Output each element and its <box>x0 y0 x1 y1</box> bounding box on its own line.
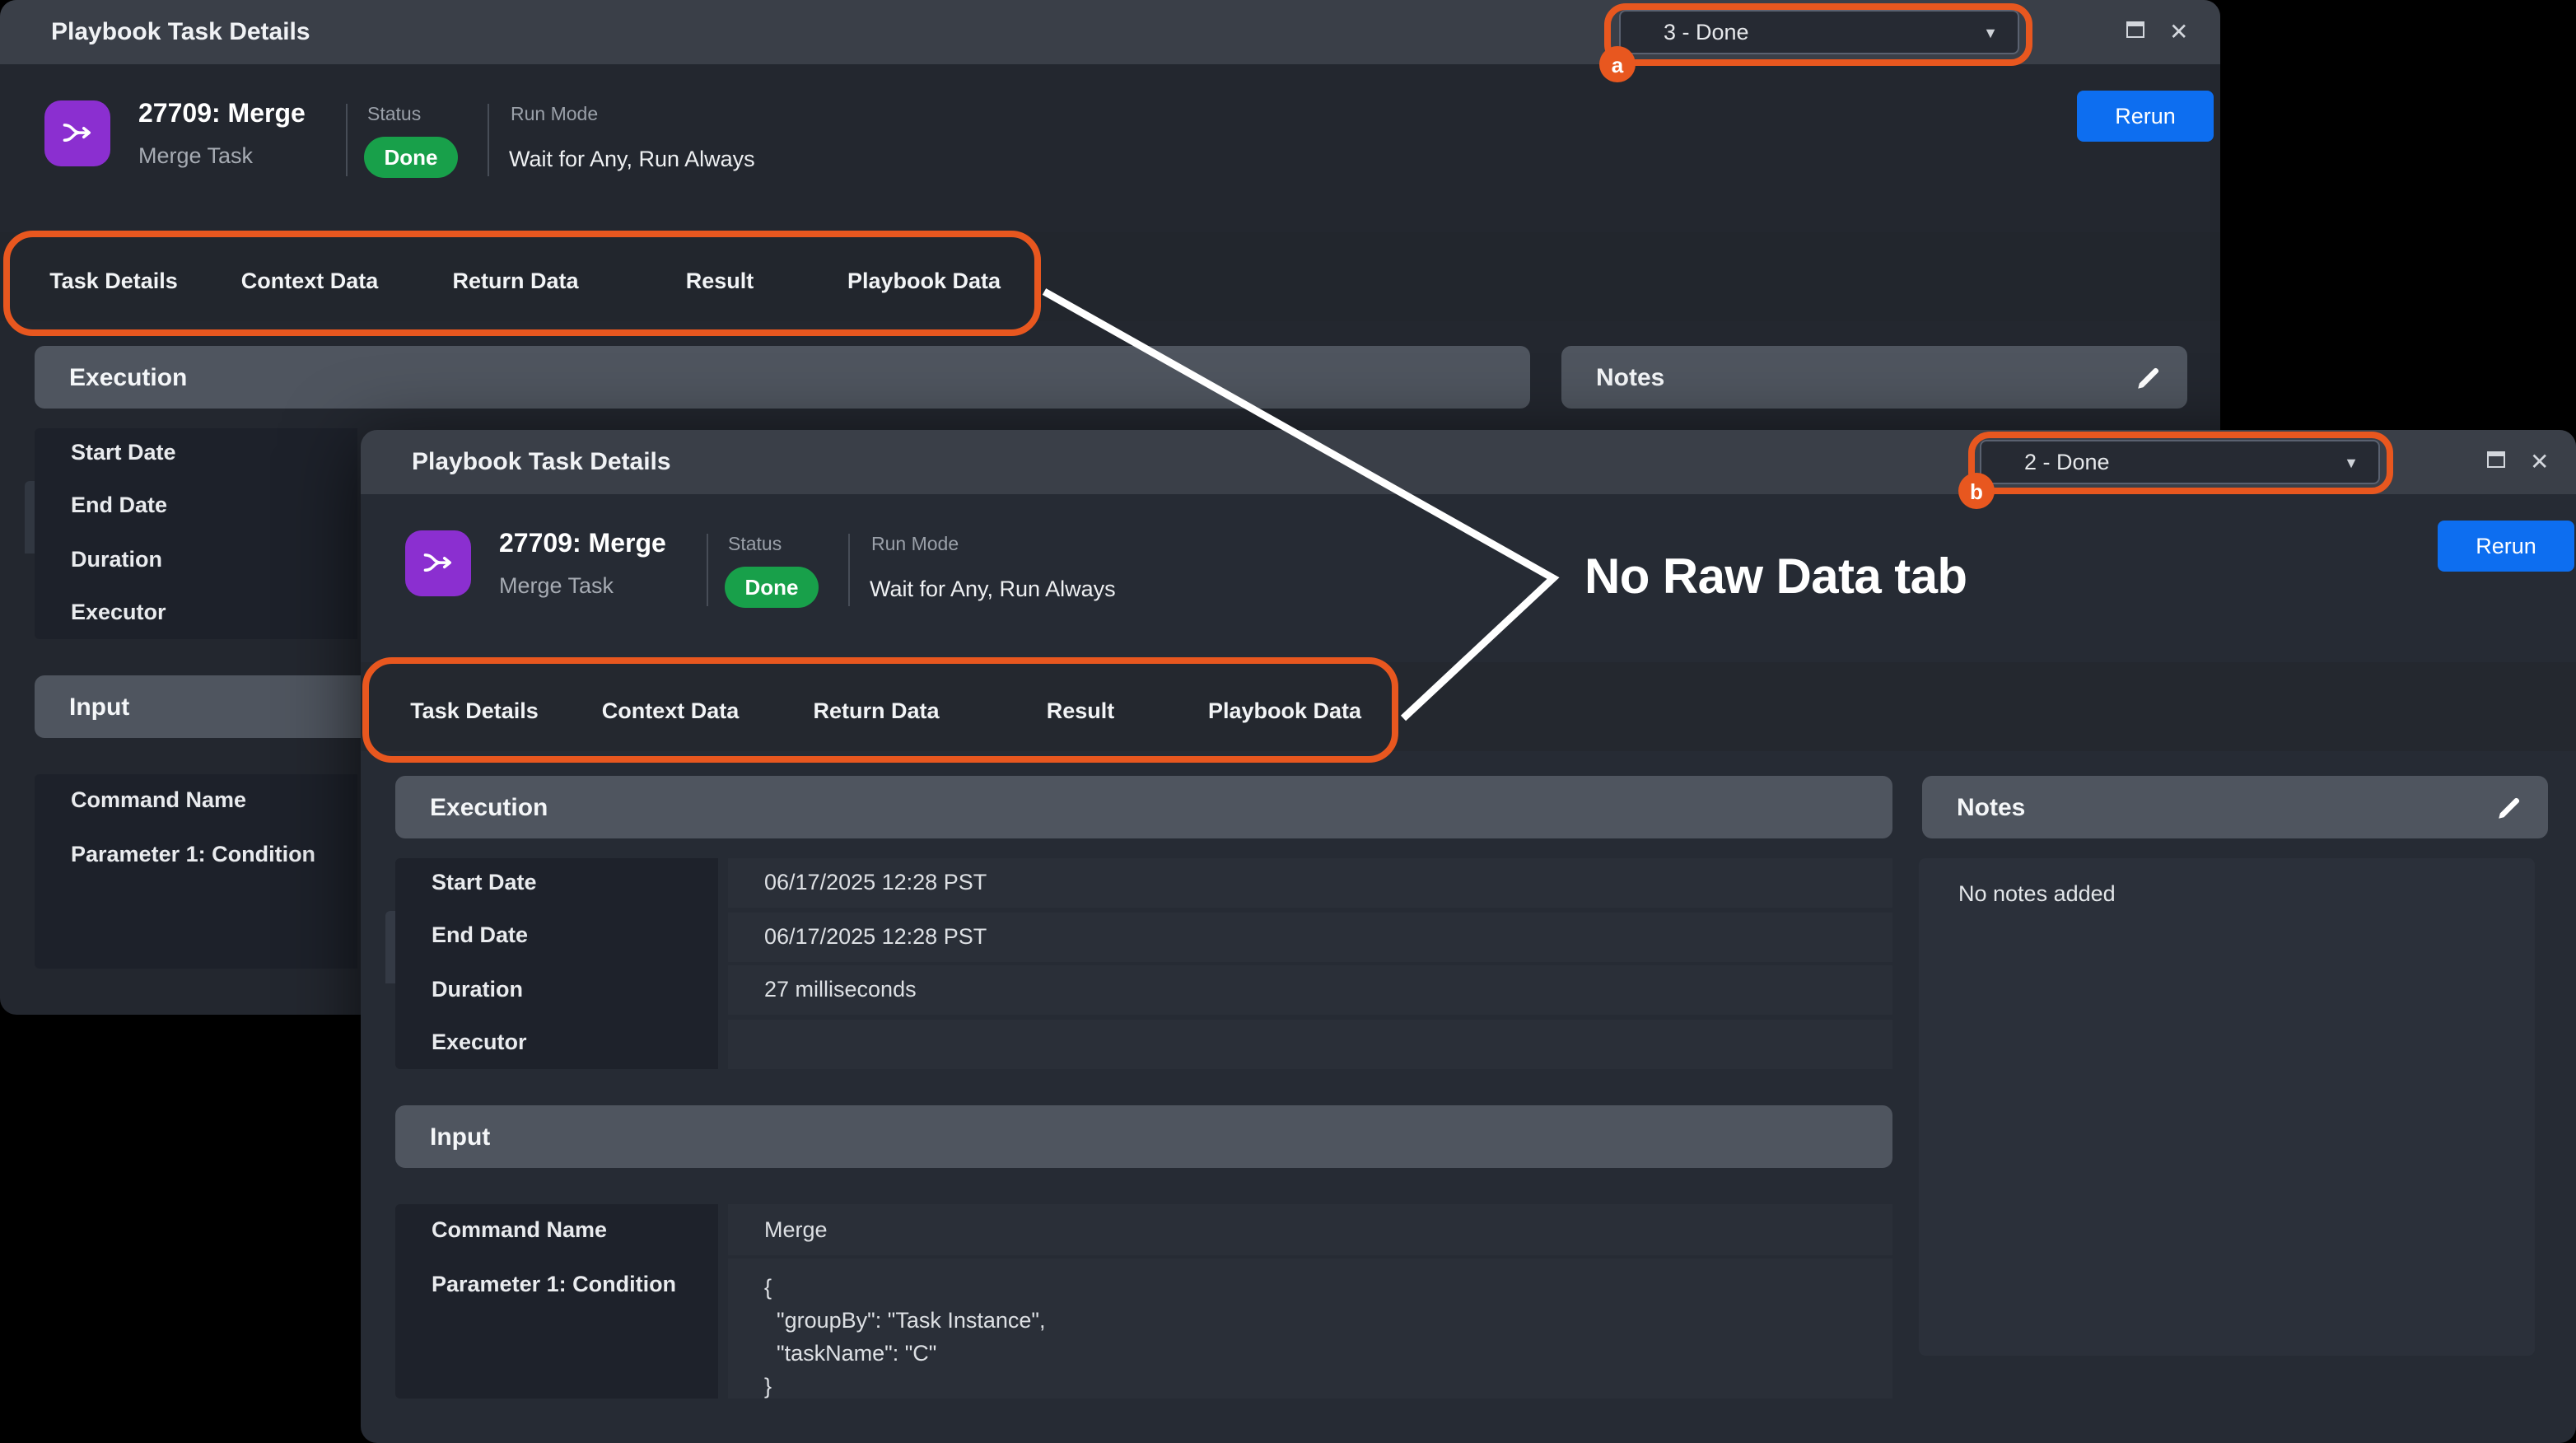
task-icon-tile <box>44 100 110 166</box>
execution-title: Execution <box>69 363 187 391</box>
field-label: Executor <box>432 1030 527 1054</box>
tab-task-details[interactable]: Task Details <box>376 698 573 723</box>
titlebar[interactable]: Playbook Task Details 3 - Done ▼ ✕ <box>0 0 2220 64</box>
tab-context-data[interactable]: Context Data <box>572 698 769 723</box>
field-label: Parameter 1: Condition <box>71 842 315 866</box>
field-label: Duration <box>432 977 523 1002</box>
field-label: Duration <box>71 547 162 572</box>
task-subtitle: Merge Task <box>138 143 253 168</box>
status-label: Status <box>367 105 421 125</box>
command-name-value: Merge <box>764 1204 1892 1255</box>
tab-return-data[interactable]: Return Data <box>777 698 975 723</box>
status-badge: Done <box>725 567 819 608</box>
field-label: Command Name <box>71 787 246 812</box>
input-title: Input <box>430 1123 490 1151</box>
titlebar[interactable]: Playbook Task Details 2 - Done ▼ ✕ <box>361 430 2576 494</box>
run-mode-value: Wait for Any, Run Always <box>509 147 755 171</box>
maximize-button[interactable] <box>2126 21 2144 38</box>
page: Playbook Task Details 3 - Done ▼ ✕ 27709… <box>0 0 2576 1443</box>
divider <box>488 104 489 176</box>
value-cell: 06/17/2025 12:28 PST <box>728 912 1892 961</box>
rerun-button[interactable]: Rerun <box>2077 91 2214 142</box>
value-cell: 06/17/2025 12:28 PST <box>728 858 1892 908</box>
notes-title: Notes <box>1596 363 1664 391</box>
field-label: End Date <box>432 922 528 947</box>
task-title: 27709: Merge <box>138 100 306 130</box>
window-title: Playbook Task Details <box>51 0 310 64</box>
instance-dropdown[interactable]: 3 - Done ▼ <box>1619 10 2019 54</box>
task-icon-tile <box>405 530 471 596</box>
execution-header: Execution <box>35 346 1530 409</box>
input-title: Input <box>69 693 129 721</box>
tab-task-details[interactable]: Task Details <box>15 269 212 293</box>
field-label: End Date <box>71 493 167 517</box>
notes-header: Notes <box>1561 346 2187 409</box>
value-cell: 27 milliseconds <box>728 965 1892 1015</box>
chevron-down-icon: ▼ <box>2344 454 2359 470</box>
execution-title: Execution <box>430 793 548 821</box>
field-label: Start Date <box>71 440 176 465</box>
end-date-value: 06/17/2025 12:28 PST <box>764 912 1892 961</box>
execution-header: Execution <box>395 776 1892 838</box>
notes-header: Notes <box>1922 776 2548 838</box>
field-label: Start Date <box>432 870 537 894</box>
field-label: Executor <box>71 600 166 624</box>
field-label: Parameter 1: Condition <box>432 1272 676 1296</box>
notes-empty-text: No notes added <box>1958 881 2535 906</box>
pencil-icon <box>2134 363 2162 391</box>
run-mode-label: Run Mode <box>511 105 598 125</box>
tab-result[interactable]: Result <box>621 269 819 293</box>
notes-body: No notes added <box>1919 858 2535 1356</box>
task-title: 27709: Merge <box>499 530 666 560</box>
divider <box>707 534 708 606</box>
duration-value: 27 milliseconds <box>764 965 1892 1015</box>
merge-icon <box>59 115 96 152</box>
chevron-down-icon: ▼ <box>1983 24 1998 40</box>
parameter-condition-value: { "groupBy": "Task Instance", "taskName"… <box>728 1259 1892 1403</box>
dropdown-value: 3 - Done <box>1664 20 1749 44</box>
run-mode-label: Run Mode <box>871 535 959 555</box>
close-button[interactable]: ✕ <box>2169 16 2188 46</box>
tab-result[interactable]: Result <box>982 698 1179 723</box>
edit-notes-button[interactable] <box>2131 361 2164 394</box>
field-label: Command Name <box>432 1217 607 1242</box>
start-date-value: 06/17/2025 12:28 PST <box>764 858 1892 908</box>
value-cell: Merge <box>728 1204 1892 1255</box>
tab-playbook-data[interactable]: Playbook Data <box>1186 698 1384 723</box>
notes-title: Notes <box>1957 793 2025 821</box>
tab-context-data[interactable]: Context Data <box>211 269 408 293</box>
tab-playbook-data[interactable]: Playbook Data <box>825 269 1023 293</box>
task-subtitle: Merge Task <box>499 573 614 598</box>
value-cell <box>728 1019 1892 1068</box>
status-label: Status <box>728 535 782 555</box>
tab-return-data[interactable]: Return Data <box>417 269 614 293</box>
divider <box>848 534 850 606</box>
window-front: Playbook Task Details 2 - Done ▼ ✕ 27709… <box>361 430 2576 1443</box>
rerun-button[interactable]: Rerun <box>2438 521 2574 572</box>
maximize-button[interactable] <box>2487 451 2505 468</box>
dropdown-value: 2 - Done <box>2024 450 2110 474</box>
window-title: Playbook Task Details <box>412 430 671 494</box>
merge-icon <box>420 545 456 581</box>
run-mode-value: Wait for Any, Run Always <box>870 577 1116 601</box>
status-badge: Done <box>364 137 458 178</box>
divider <box>346 104 348 176</box>
pencil-icon <box>2494 793 2522 821</box>
value-cell: { "groupBy": "Task Instance", "taskName"… <box>728 1259 1892 1399</box>
instance-dropdown[interactable]: 2 - Done ▼ <box>1980 440 2380 484</box>
edit-notes-button[interactable] <box>2492 791 2525 824</box>
close-button[interactable]: ✕ <box>2530 446 2549 476</box>
input-header: Input <box>395 1105 1892 1168</box>
